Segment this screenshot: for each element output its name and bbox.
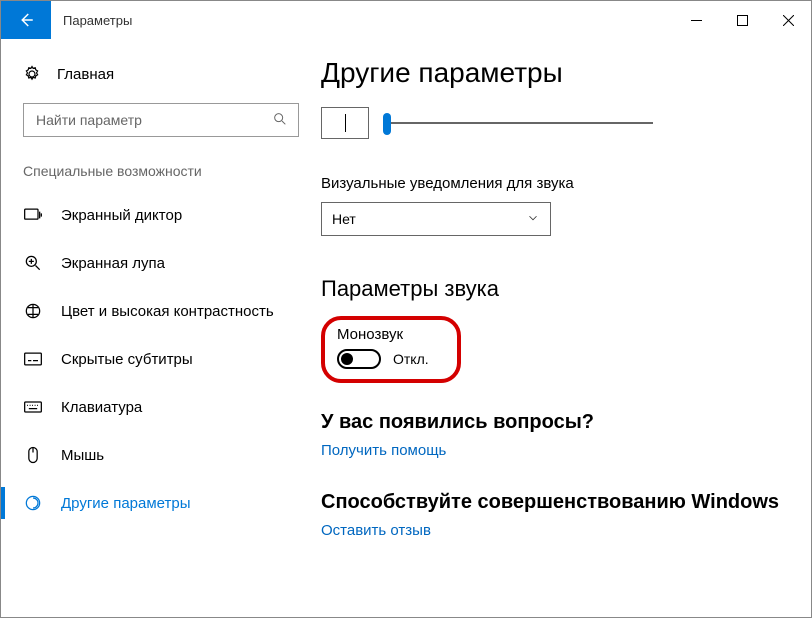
contrast-icon xyxy=(23,301,43,321)
mouse-icon xyxy=(23,445,43,465)
sidebar-item-label: Цвет и высокая контрастность xyxy=(61,303,274,320)
search-input[interactable] xyxy=(34,111,272,129)
sidebar-item-label: Другие параметры xyxy=(61,495,191,512)
window-controls xyxy=(673,1,811,39)
sound-section-title: Параметры звука xyxy=(321,276,791,302)
toggle-knob xyxy=(341,353,353,365)
close-button[interactable] xyxy=(765,1,811,39)
home-button[interactable]: Главная xyxy=(1,57,321,97)
gear-icon xyxy=(23,65,41,83)
maximize-button[interactable] xyxy=(719,1,765,39)
get-help-link[interactable]: Получить помощь xyxy=(321,442,446,459)
back-button[interactable] xyxy=(1,1,51,39)
sidebar-item-label: Мышь xyxy=(61,447,104,464)
keyboard-icon xyxy=(23,397,43,417)
sidebar-item-keyboard[interactable]: Клавиатура xyxy=(1,383,321,431)
feedback-title: Способствуйте совершенствованию Windows xyxy=(321,491,791,514)
main-area: Главная Специальные возможности Экранный… xyxy=(1,39,811,617)
sidebar-item-mouse[interactable]: Мышь xyxy=(1,431,321,479)
mono-label: Монозвук xyxy=(337,326,445,343)
sidebar-item-captions[interactable]: Скрытые субтитры xyxy=(1,335,321,383)
visual-notification-dropdown[interactable]: Нет xyxy=(321,202,551,236)
chevron-down-icon xyxy=(526,211,540,228)
sidebar-item-narrator[interactable]: Экранный диктор xyxy=(1,191,321,239)
toggle-state-label: Откл. xyxy=(393,351,429,367)
home-label: Главная xyxy=(57,66,114,83)
sidebar-item-label: Скрытые субтитры xyxy=(61,351,193,368)
slider[interactable] xyxy=(383,113,653,133)
category-header: Специальные возможности xyxy=(1,163,321,191)
search-icon xyxy=(272,111,288,130)
mono-toggle-row: Откл. xyxy=(337,349,445,369)
sidebar-item-label: Экранный диктор xyxy=(61,207,182,224)
sidebar-item-magnifier[interactable]: Экранная лупа xyxy=(1,239,321,287)
slider-thumb[interactable] xyxy=(383,113,391,135)
minimize-icon xyxy=(691,15,702,26)
slider-row xyxy=(321,107,791,139)
maximize-icon xyxy=(737,15,748,26)
page-title: Другие параметры xyxy=(321,57,791,89)
magnifier-icon xyxy=(23,253,43,273)
sidebar: Главная Специальные возможности Экранный… xyxy=(1,39,321,617)
titlebar: Параметры xyxy=(1,1,811,39)
mono-highlight: Монозвук Откл. xyxy=(321,316,461,383)
sidebar-item-label: Экранная лупа xyxy=(61,255,165,272)
minimize-button[interactable] xyxy=(673,1,719,39)
window-title: Параметры xyxy=(51,1,673,39)
slider-track-line xyxy=(383,122,653,124)
search-box[interactable] xyxy=(23,103,299,137)
text-caret xyxy=(345,114,346,132)
sidebar-item-other[interactable]: Другие параметры xyxy=(1,479,321,527)
content: Другие параметры Визуальные уведомления … xyxy=(321,39,811,617)
slider-value-box[interactable] xyxy=(321,107,369,139)
dropdown-value: Нет xyxy=(332,211,356,227)
sidebar-item-label: Клавиатура xyxy=(61,399,142,416)
other-settings-icon xyxy=(23,493,43,513)
close-icon xyxy=(783,15,794,26)
arrow-left-icon xyxy=(17,11,35,29)
visual-notification-label: Визуальные уведомления для звука xyxy=(321,175,791,192)
feedback-link[interactable]: Оставить отзыв xyxy=(321,522,431,539)
help-title: У вас появились вопросы? xyxy=(321,411,791,434)
captions-icon xyxy=(23,349,43,369)
mono-toggle[interactable] xyxy=(337,349,381,369)
narrator-icon xyxy=(23,205,43,225)
sidebar-item-color-contrast[interactable]: Цвет и высокая контрастность xyxy=(1,287,321,335)
